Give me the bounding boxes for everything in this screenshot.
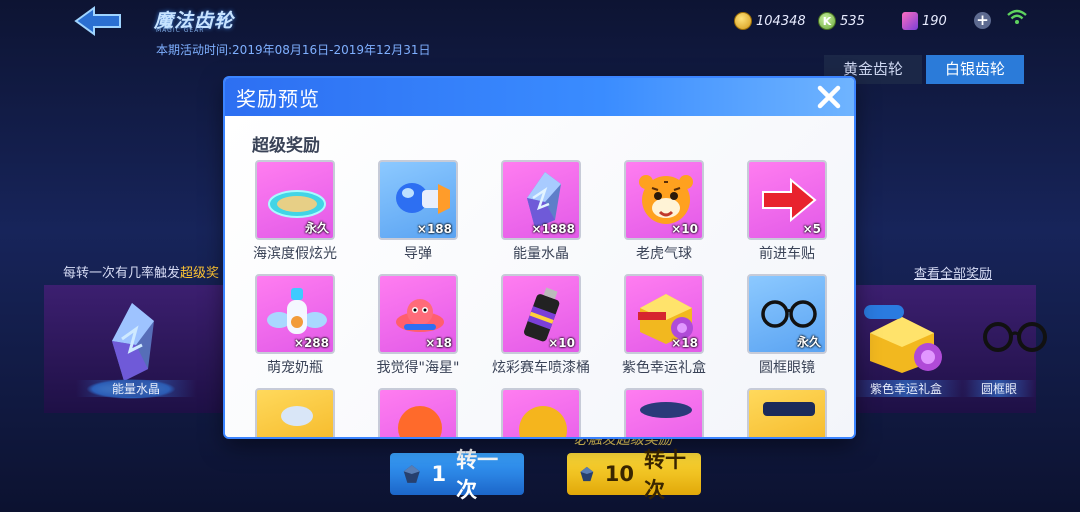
reward-item[interactable]: ×288 萌宠奶瓶: [225, 274, 345, 384]
reward-item-name: 紫色幸运礼盒: [622, 360, 706, 376]
reward-item-name: 炫彩赛车喷漆桶: [492, 360, 590, 376]
coin-icon: [734, 12, 752, 30]
reward-item-box: [747, 388, 827, 437]
view-all-rewards-link[interactable]: 查看全部奖励: [914, 263, 992, 282]
gear-crystal-icon: [403, 465, 420, 483]
banner-hint-highlight: 超级奖: [180, 266, 220, 281]
event-period: 本期活动时间:2019年08月16日-2019年12月31日: [156, 41, 431, 58]
reward-item-qty: ×10: [548, 336, 575, 350]
top-bar: 魔法齿轮 MAGIC GEAR 本期活动时间:2019年08月16日-2019年…: [44, 0, 1036, 88]
reward-item[interactable]: ×5 前进车贴: [717, 160, 837, 270]
gem-icon: [902, 12, 918, 30]
reward-item-qty: ×18: [671, 336, 698, 350]
tab-silver-gear[interactable]: 白银齿轮: [926, 55, 1024, 84]
item-icon: [281, 406, 313, 426]
stage-label-right-2: 圆框眼: [962, 380, 1036, 397]
reward-item-box: ×5: [747, 160, 827, 240]
reward-item-qty: ×18: [425, 336, 452, 350]
gear-crystal-icon: [580, 466, 594, 482]
kcoin-amount: 535: [840, 13, 865, 29]
event-period-value: 2019年08月16日-2019年12月31日: [232, 43, 431, 57]
reward-item-box: ×1888: [501, 160, 581, 240]
reward-item[interactable]: ×10 炫彩赛车喷漆桶: [471, 274, 591, 384]
reward-item-box: ×288: [255, 274, 335, 354]
reward-item-name: 海滨度假炫光: [253, 246, 337, 262]
reward-item-name: 导弹: [404, 246, 432, 262]
coin-amount: 104348: [756, 13, 806, 29]
spin-once-label: 转一次: [456, 448, 499, 502]
reward-item[interactable]: 永久 圆框眼镜: [717, 274, 837, 384]
lucky-box-icon: [864, 305, 942, 373]
reward-item-name: 老虎气球: [636, 246, 692, 262]
event-logo-subtitle: MAGIC GEAR: [156, 27, 205, 34]
gem-balance: 190: [902, 12, 947, 30]
reward-item-name: 圆框眼镜: [759, 360, 815, 376]
item-icon: [763, 402, 815, 416]
reward-item-qty: ×288: [293, 336, 329, 350]
reward-item-name: 前进车贴: [759, 246, 815, 262]
reward-item-box: [624, 388, 704, 437]
coin-balance: 104348: [734, 12, 806, 30]
reward-item-qty: ×10: [671, 222, 698, 236]
modal-header: 奖励预览: [225, 78, 854, 116]
reward-item-box: ×188: [378, 160, 458, 240]
reward-item[interactable]: [717, 388, 837, 437]
crystal-icon: [112, 303, 154, 381]
reward-item-box: [378, 388, 458, 437]
reward-item-box: ×18: [624, 274, 704, 354]
reward-item-qty: 永久: [304, 221, 329, 235]
add-currency-button[interactable]: +: [974, 12, 991, 29]
gem-amount: 190: [922, 13, 947, 29]
reward-item-box: 永久: [255, 160, 335, 240]
reward-item-box: [255, 388, 335, 437]
spin-ten-label: 转十次: [643, 448, 686, 502]
reward-item-qty: ×188: [416, 222, 452, 236]
reward-item-box: ×10: [501, 274, 581, 354]
glasses-icon: [983, 322, 1047, 352]
stage-label-left: 能量水晶: [76, 380, 196, 397]
reward-item-qty: ×1888: [531, 222, 575, 236]
reward-item-box: ×10: [624, 160, 704, 240]
modal-title: 奖励预览: [236, 87, 320, 111]
reward-item[interactable]: [225, 388, 345, 437]
reward-item-qty: ×5: [802, 222, 821, 236]
reward-item-name: 能量水晶: [513, 246, 569, 262]
reward-item[interactable]: ×1888 能量水晶: [471, 160, 591, 270]
banner-hint-text: 每转一次有几率触发: [63, 266, 181, 281]
modal-body[interactable]: 超级奖励 永久 海滨度假炫光 ×188 导弹 ×1888 能量水晶 ×10 老虎…: [225, 116, 854, 437]
reward-item-box: [501, 388, 581, 437]
reward-preview-modal: 奖励预览 超级奖励 永久 海滨度假炫光 ×188 导弹 ×1888 能量水晶 ×…: [225, 78, 854, 437]
reward-item[interactable]: ×188 导弹: [348, 160, 468, 270]
kcoin-icon: K: [818, 12, 836, 30]
reward-item[interactable]: ×18 我觉得"海星": [348, 274, 468, 384]
event-period-label: 本期活动时间:: [156, 43, 233, 57]
reward-item[interactable]: ×18 紫色幸运礼盒: [594, 274, 714, 384]
kcoin-balance: K 535: [818, 12, 865, 30]
reward-item[interactable]: ×10 老虎气球: [594, 160, 714, 270]
item-icon: [519, 406, 567, 437]
section-title: 超级奖励: [252, 136, 320, 156]
reward-item-qty: 永久: [796, 335, 821, 349]
back-arrow-icon[interactable]: [72, 6, 124, 36]
item-icon: [398, 406, 442, 437]
gear-tabs: 黄金齿轮 白银齿轮: [824, 55, 1024, 84]
spin-once-button[interactable]: 1 转一次: [390, 448, 524, 502]
banner-hint: 每转一次有几率触发超级奖: [63, 262, 219, 281]
reward-item[interactable]: [348, 388, 468, 437]
reward-item-name: 萌宠奶瓶: [267, 360, 323, 376]
reward-item[interactable]: [471, 388, 591, 437]
reward-item-box: ×18: [378, 274, 458, 354]
reward-item[interactable]: [594, 388, 714, 437]
reward-item-name: 我觉得"海星": [376, 360, 460, 376]
spin-ten-count: 10: [604, 462, 634, 486]
spin-once-count: 1: [431, 462, 447, 486]
reward-item-box: 永久: [747, 274, 827, 354]
spin-ten-button[interactable]: 10 转十次: [567, 448, 701, 502]
wifi-icon: [1007, 9, 1027, 24]
close-icon[interactable]: [814, 82, 844, 112]
item-icon: [640, 402, 692, 418]
stage-label-right-1: 紫色幸运礼盒: [846, 380, 966, 397]
reward-item[interactable]: 永久 海滨度假炫光: [225, 160, 345, 270]
